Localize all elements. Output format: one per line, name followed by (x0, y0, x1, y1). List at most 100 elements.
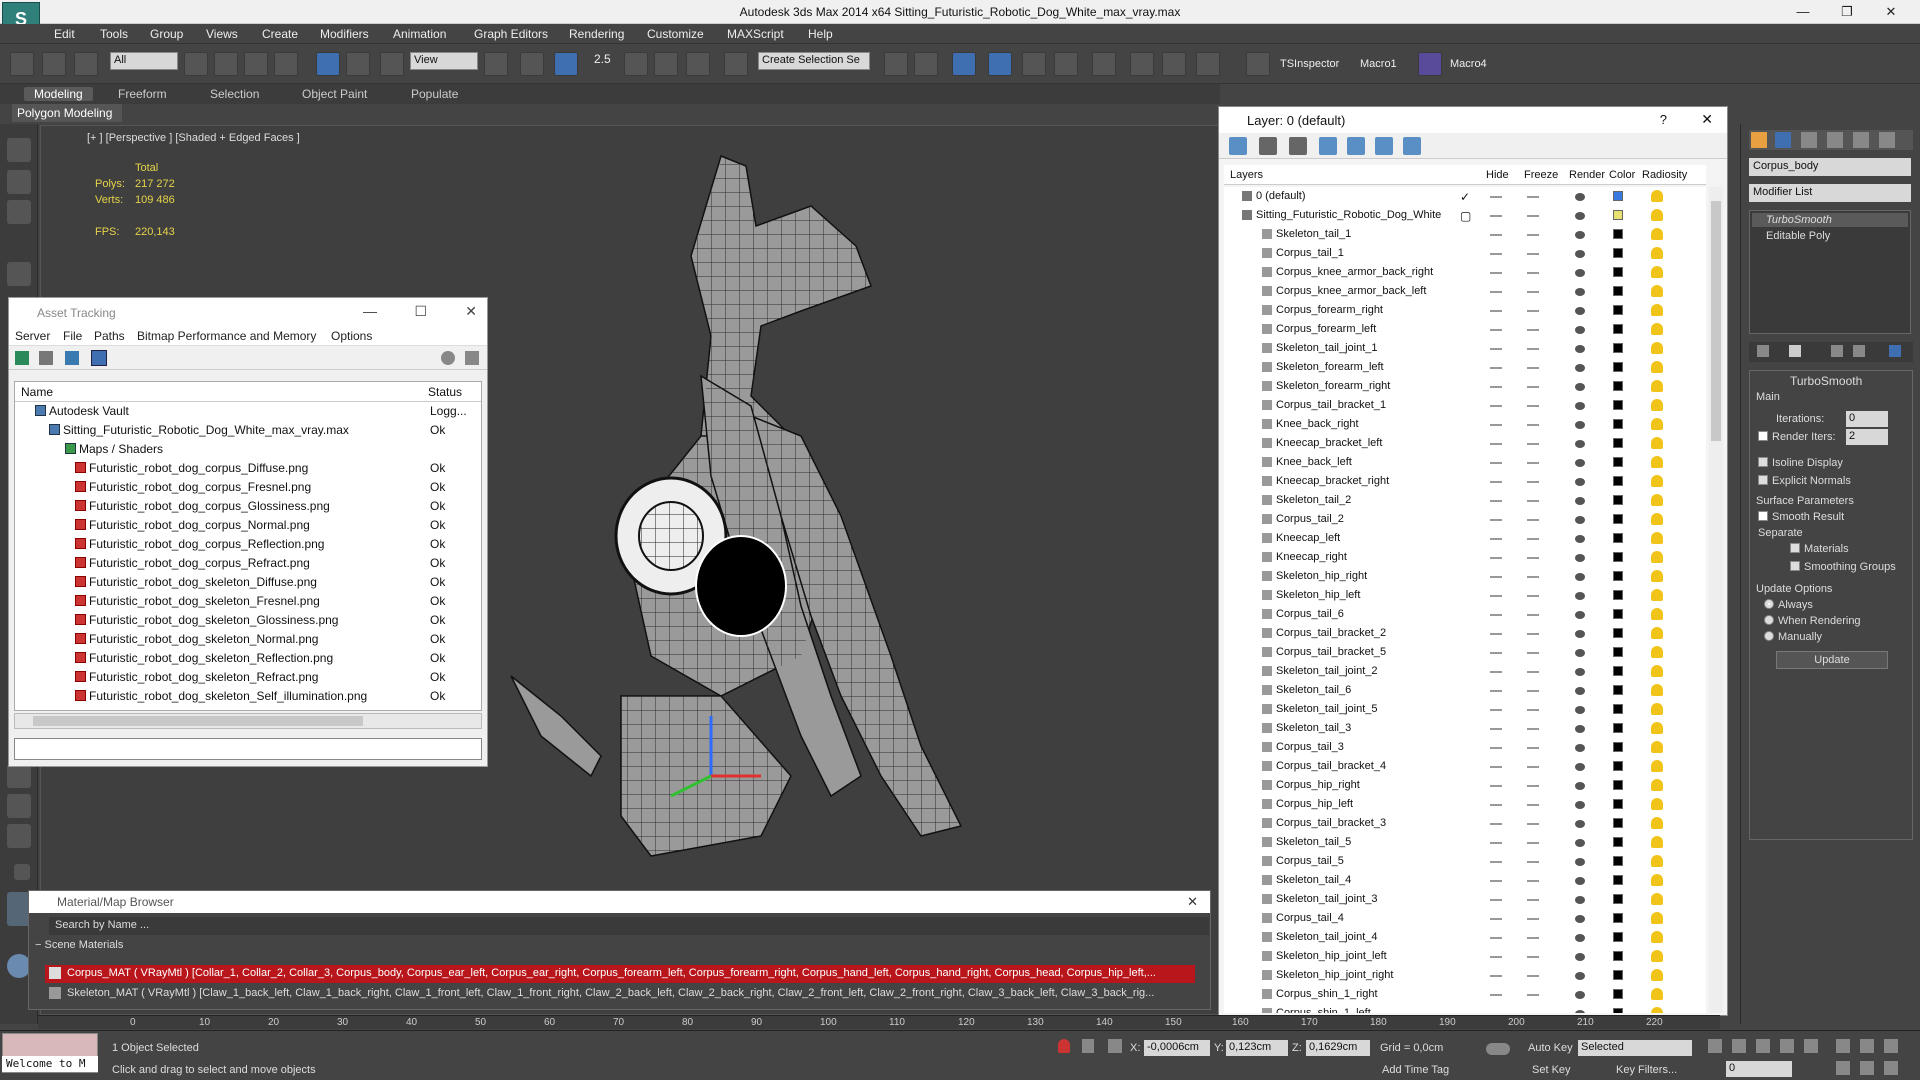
radiosity-icon[interactable] (1651, 912, 1663, 924)
hide-toggle[interactable] (1490, 443, 1502, 445)
radiosity-icon[interactable] (1651, 513, 1663, 525)
layer-color-swatch[interactable] (1613, 761, 1623, 771)
col-name[interactable]: Name (21, 385, 53, 399)
object-name-field[interactable]: Corpus_body (1749, 158, 1911, 176)
tab-object-paint[interactable]: Object Paint (302, 87, 367, 101)
radiosity-icon[interactable] (1651, 608, 1663, 620)
layer-row[interactable]: Skeleton_tail_joint_1 (1224, 339, 1706, 358)
z-coordinate-field[interactable]: 0,1629cm (1306, 1040, 1370, 1056)
freeze-toggle[interactable] (1527, 557, 1539, 559)
asset-row[interactable]: Futuristic_robot_dog_skeleton_Refract.pn… (15, 668, 481, 687)
hide-toggle[interactable] (1490, 329, 1502, 331)
render-teapot-icon[interactable] (1575, 706, 1585, 714)
hide-toggle[interactable] (1490, 196, 1502, 198)
table-view-icon[interactable] (65, 351, 79, 365)
layer-color-swatch[interactable] (1613, 400, 1623, 410)
render-teapot-icon[interactable] (1575, 554, 1585, 562)
stack-editable-poly[interactable]: Editable Poly (1752, 229, 1908, 243)
asset-close-button[interactable]: ✕ (465, 303, 477, 320)
layer-row[interactable]: Skeleton_hip_left (1224, 586, 1706, 605)
macro-tsinspector[interactable]: TSInspector (1280, 58, 1339, 70)
prev-frame-icon[interactable] (1732, 1039, 1746, 1053)
layer-color-swatch[interactable] (1613, 647, 1623, 657)
layer-color-swatch[interactable] (1613, 343, 1623, 353)
named-selection-select[interactable]: Create Selection Se (758, 52, 870, 70)
render-teapot-icon[interactable] (1575, 972, 1585, 980)
layer-row[interactable]: Corpus_knee_armor_back_right (1224, 263, 1706, 282)
radiosity-icon[interactable] (1651, 760, 1663, 772)
menu-edit[interactable]: Edit (54, 27, 75, 41)
render-teapot-icon[interactable] (1575, 497, 1585, 505)
render-teapot-icon[interactable] (1575, 421, 1585, 429)
render-teapot-icon[interactable] (1575, 516, 1585, 524)
layer-color-swatch[interactable] (1613, 229, 1623, 239)
layer-row[interactable]: Corpus_shin_1_left (1224, 1004, 1706, 1013)
hide-toggle[interactable] (1490, 538, 1502, 540)
active-layer-check-icon[interactable]: ✓ (1460, 188, 1470, 207)
layer-color-swatch[interactable] (1613, 685, 1623, 695)
tab-populate[interactable]: Populate (411, 87, 458, 101)
hide-toggle[interactable] (1490, 823, 1502, 825)
radiosity-icon[interactable] (1651, 893, 1663, 905)
layer-row[interactable]: Corpus_tail_bracket_5 (1224, 643, 1706, 662)
percent-snap-icon[interactable] (654, 52, 678, 76)
asset-menu-options[interactable]: Options (331, 329, 372, 343)
show-end-result-icon[interactable] (1789, 345, 1801, 357)
list-view-icon[interactable] (39, 351, 53, 365)
freeze-toggle[interactable] (1527, 766, 1539, 768)
minimize-button[interactable]: — (1786, 2, 1820, 22)
asset-row[interactable]: Futuristic_robot_dog_corpus_Glossiness.p… (15, 497, 481, 516)
manually-radio[interactable]: Manually (1764, 631, 1822, 643)
asset-row[interactable]: Futuristic_robot_dog_corpus_Refract.png O… (15, 554, 481, 573)
grass-icon[interactable] (7, 764, 31, 788)
radiosity-icon[interactable] (1651, 741, 1663, 753)
modifier-list-select[interactable]: Modifier List (1749, 184, 1911, 202)
rect-selection-icon[interactable] (244, 52, 268, 76)
render-teapot-icon[interactable] (1575, 934, 1585, 942)
hide-toggle[interactable] (1490, 861, 1502, 863)
render-teapot-icon[interactable] (1575, 326, 1585, 334)
layer-color-swatch[interactable] (1613, 723, 1623, 733)
asset-row[interactable]: Futuristic_robot_dog_skeleton_Reflection… (15, 649, 481, 668)
matb-close-button[interactable]: ✕ (1187, 894, 1198, 910)
asset-menu-server[interactable]: Server (15, 329, 50, 343)
col-status[interactable]: Status (428, 385, 462, 399)
always-radio[interactable]: Always (1764, 599, 1813, 611)
layer-row[interactable]: Skeleton_tail_joint_2 (1224, 662, 1706, 681)
layer-row[interactable]: Kneecap_left (1224, 529, 1706, 548)
hide-toggle[interactable] (1490, 367, 1502, 369)
unlink-icon[interactable] (42, 52, 66, 76)
iterations-spinner[interactable]: 0 (1846, 411, 1888, 427)
close-button[interactable]: ✕ (1874, 2, 1908, 22)
layer-help-button[interactable]: ? (1660, 112, 1667, 127)
smoothing-groups-checkbox[interactable]: Smoothing Groups (1790, 561, 1896, 573)
freeze-toggle[interactable] (1527, 842, 1539, 844)
render-teapot-icon[interactable] (1575, 212, 1585, 220)
freeze-toggle[interactable] (1527, 481, 1539, 483)
freeze-toggle[interactable] (1527, 253, 1539, 255)
freeze-toggle[interactable] (1527, 956, 1539, 958)
highlight-layer-icon[interactable] (1375, 137, 1393, 155)
freeze-toggle[interactable] (1527, 443, 1539, 445)
hide-toggle[interactable] (1490, 386, 1502, 388)
col-render[interactable]: Render (1569, 169, 1605, 181)
radiosity-icon[interactable] (1651, 1007, 1663, 1013)
layer-color-swatch[interactable] (1613, 818, 1623, 828)
freeze-toggle[interactable] (1527, 994, 1539, 996)
asset-hscrollbar[interactable] (14, 713, 482, 729)
lock-selection-icon[interactable] (1082, 1039, 1094, 1053)
scene-materials-category[interactable]: − Scene Materials (35, 939, 1195, 951)
hide-toggle[interactable] (1490, 595, 1502, 597)
render-teapot-icon[interactable] (1575, 459, 1585, 467)
freeze-toggle[interactable] (1527, 500, 1539, 502)
stack-turbosmooth[interactable]: TurboSmooth (1752, 213, 1908, 227)
utilities-tab-icon[interactable] (1879, 132, 1895, 148)
fov-icon[interactable] (1836, 1061, 1850, 1075)
x-coordinate-field[interactable]: -0,0006cm (1144, 1040, 1210, 1056)
layer-row[interactable]: Corpus_knee_armor_back_left (1224, 282, 1706, 301)
layer-row[interactable]: Kneecap_right (1224, 548, 1706, 567)
render-teapot-icon[interactable] (1575, 288, 1585, 296)
matb-search-input[interactable]: Search by Name ... (49, 917, 1209, 935)
layer-color-swatch[interactable] (1613, 666, 1623, 676)
time-slider-track-right[interactable]: 160 170 180 190 200 210 220 (1220, 1015, 1720, 1029)
